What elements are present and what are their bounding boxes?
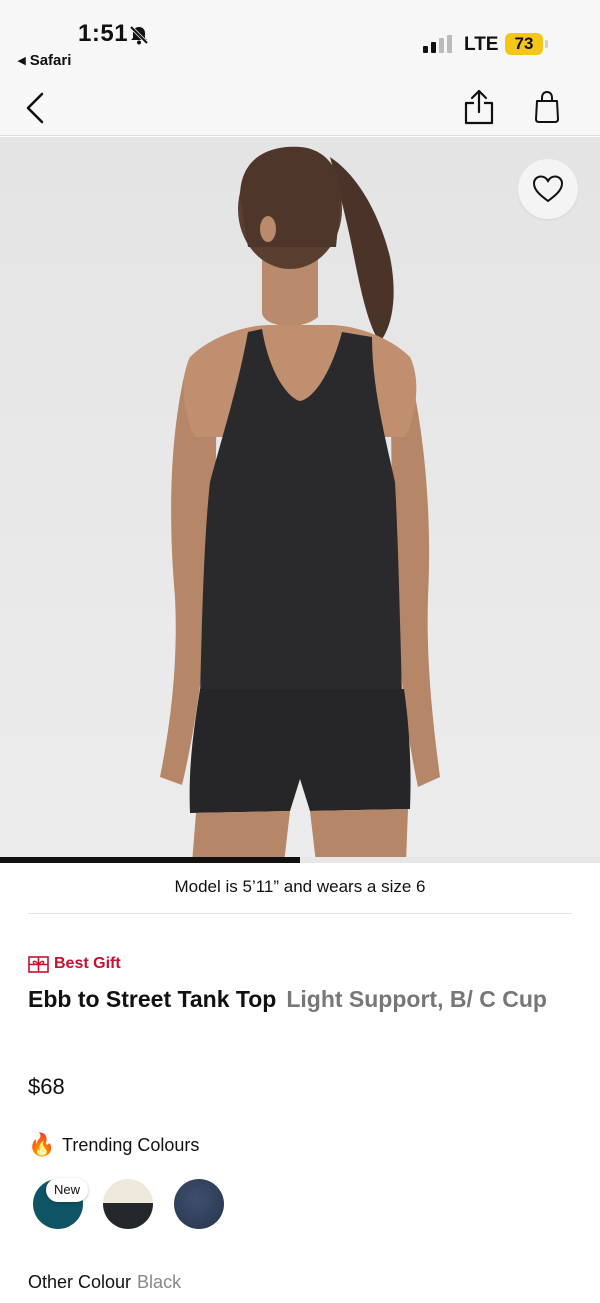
model-caption: Model is 5’11” and wears a size 6 <box>174 877 426 896</box>
shopping-bag-icon[interactable] <box>532 90 562 124</box>
heart-icon <box>532 175 564 203</box>
favorite-button[interactable] <box>518 159 578 219</box>
share-icon[interactable] <box>462 88 496 126</box>
trending-colours-heading: 🔥 Trending Colours <box>28 1130 199 1160</box>
bell-slash-icon <box>129 25 149 45</box>
colour-swatch-navy[interactable] <box>174 1179 224 1229</box>
other-colour-row: Other Colour Black <box>28 1272 181 1293</box>
trending-label: Trending Colours <box>62 1134 200 1155</box>
carousel-progress <box>0 857 600 863</box>
colour-swatch-cream-black[interactable] <box>103 1179 153 1229</box>
product-price: $68 <box>28 1074 65 1099</box>
gift-icon <box>28 955 49 973</box>
product-image[interactable] <box>0 137 600 863</box>
product-subtitle: Light Support, B/ C Cup <box>286 986 547 1012</box>
badge-label: Best Gift <box>54 955 121 972</box>
back-to-safari-link[interactable]: ◂ Safari <box>18 51 71 69</box>
other-colour-label: Other Colour <box>28 1272 132 1292</box>
signal-icon <box>423 35 452 53</box>
product-title: Ebb to Street Tank Top Light Support, B/ … <box>28 980 548 1018</box>
new-tag: New <box>46 1178 89 1202</box>
status-time: 1:51 <box>78 20 129 47</box>
carousel-progress-fill <box>0 857 300 863</box>
model-figure <box>160 146 440 863</box>
divider <box>28 913 572 914</box>
network-type: LTE <box>464 34 499 55</box>
product-name: Ebb to Street Tank Top <box>28 986 277 1012</box>
battery-nub <box>545 40 548 48</box>
battery-level: 73 <box>505 33 543 55</box>
status-bar: 1:51 ◂ Safari LTE 73 <box>0 0 600 80</box>
best-gift-badge: Best Gift <box>28 954 121 974</box>
nav-bar <box>0 80 600 136</box>
other-colour-value: Black <box>137 1272 182 1292</box>
fire-icon: 🔥 <box>28 1132 56 1157</box>
back-chevron-icon[interactable] <box>22 90 50 126</box>
